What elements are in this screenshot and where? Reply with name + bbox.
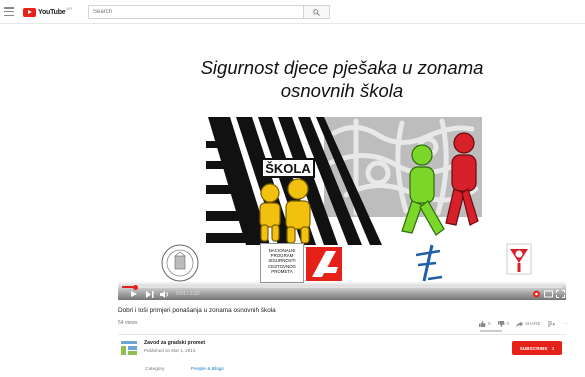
share-label: SHARE <box>525 321 541 326</box>
search-input[interactable] <box>88 5 304 19</box>
video-title: Dobri i loši primjeri ponašanja u zonama… <box>118 307 276 314</box>
youtube-logo[interactable]: YouTube HR <box>23 6 72 18</box>
thumbs-up-icon <box>479 320 486 327</box>
add-to-playlist-icon <box>547 321 555 326</box>
like-button[interactable]: 0 <box>479 320 491 327</box>
more-actions-button[interactable]: ··· <box>564 321 569 326</box>
subscribe-label: SUBSCRIBE <box>519 345 548 351</box>
time-display: 0:01 / 2:22 <box>176 291 200 297</box>
volume-icon[interactable] <box>160 290 170 299</box>
subscribe-button[interactable]: SUBSCRIBE 3 <box>512 341 562 355</box>
guide-menu-icon[interactable] <box>4 7 14 16</box>
school-sign-text: ŠKOLA <box>265 161 311 176</box>
section-divider <box>118 334 566 335</box>
red-organization-logo <box>506 243 532 275</box>
npscp-logo: NACIONALNI PROGRAM SIGURNOSTI CESTOVNOG … <box>260 243 344 283</box>
youtube-country-code: HR <box>66 6 73 11</box>
play-button[interactable] <box>130 290 138 299</box>
view-count: 54 views <box>118 320 138 326</box>
add-to-playlist-button[interactable] <box>547 321 557 327</box>
progress-scrubber[interactable] <box>132 284 138 290</box>
like-count: 0 <box>488 321 491 326</box>
next-video-icon[interactable] <box>146 290 154 299</box>
sentiment-bar <box>480 330 502 332</box>
dislike-button[interactable]: 0 <box>497 320 510 327</box>
channel-avatar[interactable] <box>118 338 140 358</box>
search-button[interactable] <box>304 5 330 19</box>
video-actions: 0 0 SHARE ··· <box>479 319 575 328</box>
slide-title: Sigurnost djece pješaka u zonama osnovni… <box>200 57 484 101</box>
settings-gear-icon[interactable] <box>532 290 541 298</box>
fullscreen-icon[interactable] <box>556 290 565 298</box>
progress-bar[interactable] <box>122 284 562 290</box>
npscp-logo-text: NACIONALNI PROGRAM SIGURNOSTI CESTOVNOG … <box>260 243 304 283</box>
category-label: Category <box>145 367 165 372</box>
dislike-count: 0 <box>506 321 510 326</box>
thumbs-down-icon <box>497 320 505 327</box>
university-seal-logo <box>161 244 199 282</box>
fpz-faculty-logo <box>415 244 443 282</box>
theater-mode-icon[interactable] <box>544 290 553 298</box>
more-actions-icon: ··· <box>563 321 569 326</box>
youtube-logo-text: YouTube <box>38 8 66 16</box>
npscp-red-mark-icon <box>306 247 342 281</box>
share-icon <box>516 320 524 327</box>
masthead: YouTube HR <box>0 0 585 24</box>
player-controls: 0:01 / 2:22 <box>118 281 566 300</box>
publish-date: Published on Mar 1, 2013 <box>144 348 196 353</box>
category-link[interactable]: People & Blogs <box>191 367 224 372</box>
youtube-play-icon <box>23 7 36 17</box>
search-icon <box>313 8 320 16</box>
school-zone-illustration: ŠKOLA <box>206 117 482 245</box>
channel-name[interactable]: Zavod za gradski promet <box>144 340 205 346</box>
share-button[interactable]: SHARE <box>516 320 541 327</box>
subscriber-count: 3 <box>551 345 555 351</box>
video-player[interactable]: Sigurnost djece pješaka u zonama osnovni… <box>118 31 566 300</box>
